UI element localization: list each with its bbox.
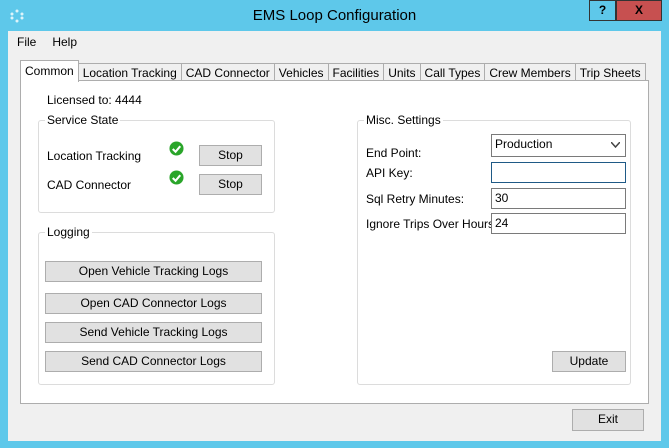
sql-retry-input[interactable]: 30 [491, 188, 626, 209]
open-vehicle-tracking-logs-button[interactable]: Open Vehicle Tracking Logs [45, 261, 262, 282]
title-bar: EMS Loop Configuration ? X [0, 0, 669, 31]
misc-settings-title: Misc. Settings [364, 113, 443, 127]
service-state-group: Service State Location Tracking Stop CAD… [38, 113, 275, 213]
window-title: EMS Loop Configuration [252, 7, 417, 24]
menu-file[interactable]: File [10, 31, 43, 53]
stop-cad-connector-button[interactable]: Stop [199, 174, 262, 195]
logging-title: Logging [45, 225, 92, 239]
help-button[interactable]: ? [589, 0, 616, 21]
menu-help[interactable]: Help [45, 31, 84, 53]
tab-common[interactable]: Common [20, 60, 79, 82]
api-key-input[interactable] [491, 162, 626, 183]
cad-connector-label: CAD Connector [47, 178, 132, 192]
send-cad-connector-logs-button[interactable]: Send CAD Connector Logs [45, 351, 262, 372]
location-tracking-label: Location Tracking [47, 149, 142, 163]
menu-bar: File Help [8, 31, 84, 53]
update-button[interactable]: Update [552, 351, 626, 372]
chevron-down-icon [611, 142, 620, 148]
licensed-to: Licensed to: 4444 [47, 93, 142, 107]
service-state-title: Service State [45, 113, 121, 127]
end-point-value: Production [495, 137, 553, 151]
end-point-label: End Point: [366, 146, 422, 160]
sql-retry-label: Sql Retry Minutes: [366, 192, 465, 206]
misc-settings-group: Misc. Settings End Point: Production API… [357, 113, 631, 385]
check-icon [169, 170, 184, 185]
check-icon [169, 141, 184, 156]
client-area: File Help Common Location Tracking CAD C… [8, 31, 661, 441]
logging-group: Logging Open Vehicle Tracking Logs Open … [38, 225, 275, 385]
ignore-trips-input[interactable]: 24 [491, 213, 626, 234]
send-vehicle-tracking-logs-button[interactable]: Send Vehicle Tracking Logs [45, 322, 262, 343]
close-button[interactable]: X [616, 0, 662, 21]
end-point-select[interactable]: Production [491, 134, 626, 157]
api-key-label: API Key: [366, 166, 413, 180]
ignore-trips-label: Ignore Trips Over Hours: [366, 217, 498, 231]
tab-strip: Common Location Tracking CAD Connector V… [20, 60, 646, 82]
exit-button[interactable]: Exit [572, 409, 644, 431]
tab-page-common: Licensed to: 4444 Service State Location… [20, 80, 649, 404]
stop-location-tracking-button[interactable]: Stop [199, 145, 262, 166]
open-cad-connector-logs-button[interactable]: Open CAD Connector Logs [45, 293, 262, 314]
